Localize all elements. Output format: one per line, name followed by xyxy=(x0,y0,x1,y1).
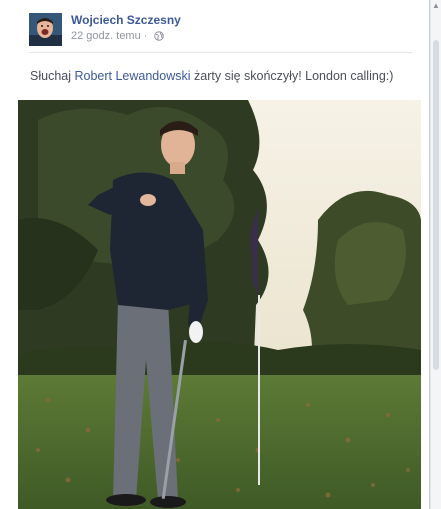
meta-separator: · xyxy=(143,30,148,42)
post-meta: 22 godz. temu · xyxy=(71,30,165,42)
author-name[interactable]: Wojciech Szczesny xyxy=(71,13,181,27)
avatar[interactable] xyxy=(29,13,62,46)
photo-image xyxy=(18,100,421,509)
mention-link[interactable]: Robert Lewandowski xyxy=(74,69,190,83)
post-text-after: żarty się skończyły! London calling:) xyxy=(190,69,394,83)
post-card: Wojciech Szczesny 22 godz. temu · Słucha… xyxy=(0,0,429,509)
post-text: Słuchaj Robert Lewandowski żarty się sko… xyxy=(30,69,420,83)
scrollbar[interactable]: ▲ xyxy=(430,0,441,509)
scroll-up-arrow-icon[interactable]: ▲ xyxy=(432,2,440,10)
post-photo[interactable] xyxy=(18,100,421,509)
timestamp-link[interactable]: 22 godz. temu xyxy=(71,30,141,42)
scrollbar-thumb[interactable] xyxy=(433,40,439,370)
post-text-before: Słuchaj xyxy=(30,69,75,83)
header-divider xyxy=(29,52,412,53)
avatar-image xyxy=(29,13,62,46)
globe-icon[interactable] xyxy=(154,31,165,41)
